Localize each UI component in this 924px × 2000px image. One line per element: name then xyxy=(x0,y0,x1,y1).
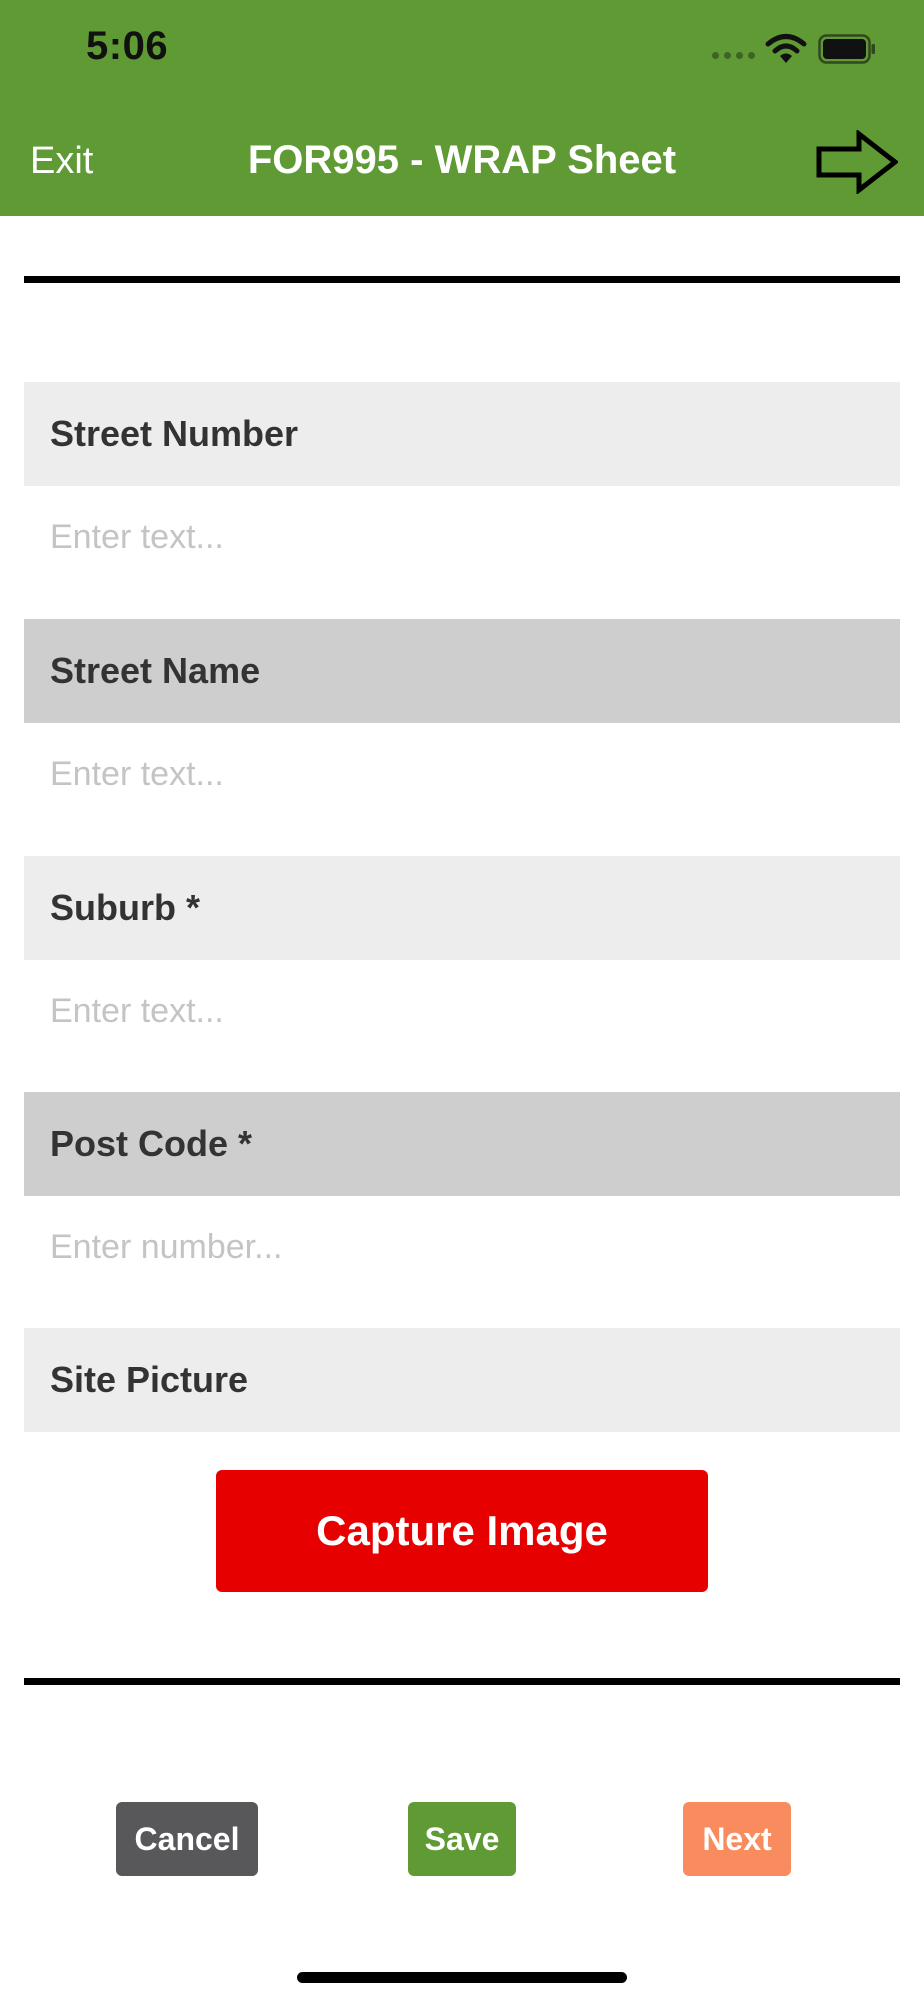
app-header: 5:06 Exit FOR995 - WRAP Sheet xyxy=(0,0,924,216)
street-name-input[interactable] xyxy=(50,744,900,804)
street-name-label: Street Name xyxy=(24,619,900,723)
wifi-icon xyxy=(765,34,807,63)
home-indicator[interactable] xyxy=(297,1972,627,1983)
divider-bottom xyxy=(24,1678,900,1685)
suburb-label: Suburb * xyxy=(24,856,900,960)
street-number-input[interactable] xyxy=(50,507,900,567)
suburb-input[interactable] xyxy=(50,981,900,1041)
battery-icon xyxy=(818,34,875,64)
capture-image-button[interactable]: Capture Image xyxy=(216,1470,708,1592)
signal-dots-icon xyxy=(712,52,755,59)
site-picture-label: Site Picture xyxy=(24,1328,900,1432)
cancel-button[interactable]: Cancel xyxy=(116,1802,258,1876)
post-code-input[interactable] xyxy=(50,1217,900,1277)
save-button[interactable]: Save xyxy=(408,1802,516,1876)
street-number-label: Street Number xyxy=(24,382,900,486)
page-title: FOR995 - WRAP Sheet xyxy=(247,138,677,182)
divider-top xyxy=(24,276,900,283)
status-time: 5:06 xyxy=(86,24,169,68)
post-code-label: Post Code * xyxy=(24,1092,900,1196)
next-button[interactable]: Next xyxy=(683,1802,791,1876)
arrow-right-icon[interactable] xyxy=(816,130,898,194)
